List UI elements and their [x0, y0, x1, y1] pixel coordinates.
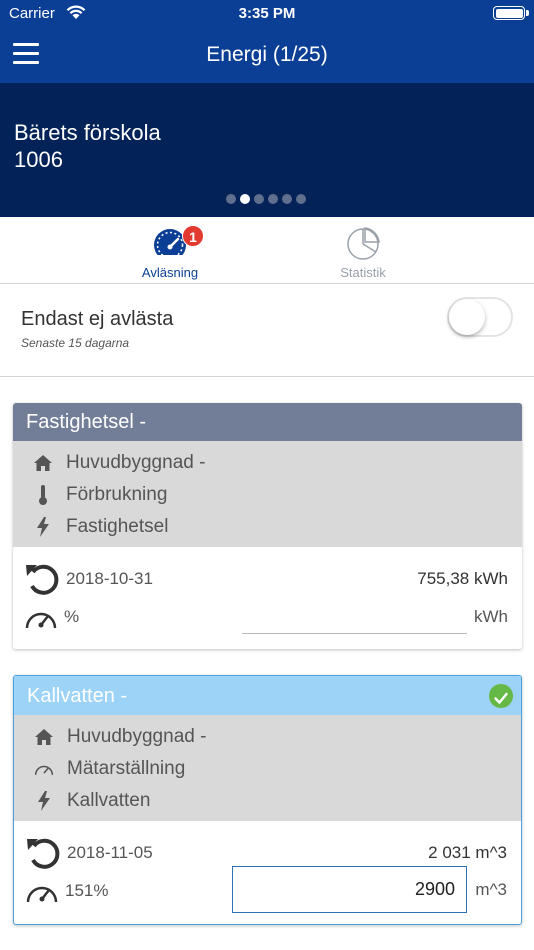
history-icon[interactable] — [25, 833, 63, 871]
tab-avlasning[interactable]: 1 Avläsning — [95, 217, 245, 283]
page-dot-active[interactable] — [240, 194, 250, 204]
battery-icon — [493, 6, 529, 20]
meter-type: Mätarställning — [67, 758, 186, 779]
last-reading-date: 2018-10-31 — [66, 569, 153, 588]
tab-label: Statistik — [340, 265, 386, 280]
unread-badge: 1 — [182, 225, 204, 247]
top-bar: Carrier 3:35 PM Energi (1/25) — [0, 0, 534, 83]
meter-info: Huvudbyggnad - Förbrukning Fastighetsel — [13, 441, 522, 547]
last-reading-value: 755,38 kWh — [417, 569, 508, 588]
unread-filter-row: Endast ej avlästa Senaste 15 dagarna — [0, 284, 534, 377]
building-name: Huvudbyggnad - — [67, 726, 207, 747]
meter-title: Kallvatten - — [14, 676, 521, 715]
reading-section: 2018-10-31 755,38 kWh % kWh — [13, 547, 522, 648]
unit-label: m^3 — [475, 880, 507, 899]
tab-label: Avläsning — [141, 265, 199, 280]
gauge-icon — [26, 886, 58, 903]
property-name-line2: 1006 — [14, 147, 63, 172]
status-bar: Carrier 3:35 PM — [0, 0, 534, 30]
tab-bar: 1 Avläsning Statistik — [0, 217, 534, 284]
reading-input[interactable] — [232, 866, 467, 913]
category-row: Kallvatten — [34, 786, 150, 816]
unread-only-toggle[interactable] — [447, 297, 513, 337]
reading-input[interactable] — [242, 633, 467, 634]
building-row: Huvudbyggnad - — [33, 448, 205, 478]
filter-title: Endast ej avlästa — [21, 308, 174, 330]
page-dot[interactable] — [296, 194, 306, 204]
home-icon — [33, 453, 53, 473]
property-name-line1: Bärets förskola — [14, 120, 161, 145]
last-reading-date: 2018-11-05 — [67, 843, 153, 862]
pie-chart-icon — [347, 227, 380, 260]
page-indicator[interactable] — [226, 194, 306, 204]
meter-category: Fastighetsel — [66, 516, 169, 537]
meter-category: Kallvatten — [67, 790, 151, 811]
meter-card-selected[interactable]: Kallvatten - Huvudbyggnad - Mätarställni… — [13, 675, 522, 925]
tab-statistik[interactable]: Statistik — [288, 217, 438, 283]
filter-subtitle: Senaste 15 dagarna — [21, 336, 130, 350]
gauge-icon — [25, 612, 57, 629]
page-dot[interactable] — [226, 194, 236, 204]
thermometer-icon — [33, 485, 53, 505]
category-row: Fastighetsel — [33, 512, 168, 542]
property-banner[interactable]: Bärets förskola 1006 — [0, 83, 534, 217]
lightning-icon — [33, 517, 53, 537]
building-name: Huvudbyggnad - — [66, 452, 206, 473]
checkmark-icon — [489, 684, 513, 708]
meter-title: Fastighetsel - — [13, 403, 522, 441]
toggle-knob — [449, 299, 485, 335]
building-row: Huvudbyggnad - — [34, 722, 206, 752]
meter-card[interactable]: Fastighetsel - Huvudbyggnad - Förbruknin… — [13, 403, 522, 649]
home-icon — [34, 727, 54, 747]
last-reading-value: 2 031 m^3 — [428, 843, 507, 862]
type-row: Förbrukning — [33, 480, 167, 510]
reading-section: 2018-11-05 2 031 m^3 151% m^3 — [14, 821, 521, 922]
page-title: Energi (1/25) — [206, 43, 328, 66]
gauge-icon — [34, 759, 54, 779]
page-dot[interactable] — [282, 194, 292, 204]
consumption-percent: % — [64, 607, 80, 626]
property-name: Bärets förskola 1006 — [14, 119, 161, 173]
history-icon[interactable] — [24, 559, 62, 597]
unit-label: kWh — [474, 607, 508, 626]
page-dot[interactable] — [254, 194, 264, 204]
navigation-bar: Energi (1/25) — [0, 30, 534, 83]
lightning-icon — [34, 791, 54, 811]
type-row: Mätarställning — [34, 754, 185, 784]
consumption-percent: 151% — [65, 881, 109, 900]
meter-info: Huvudbyggnad - Mätarställning Kallvatten — [14, 715, 521, 821]
page-dot[interactable] — [268, 194, 278, 204]
meter-title-text: Kallvatten - — [27, 685, 128, 707]
clock: 3:35 PM — [238, 5, 296, 22]
meter-type: Förbrukning — [66, 484, 168, 505]
